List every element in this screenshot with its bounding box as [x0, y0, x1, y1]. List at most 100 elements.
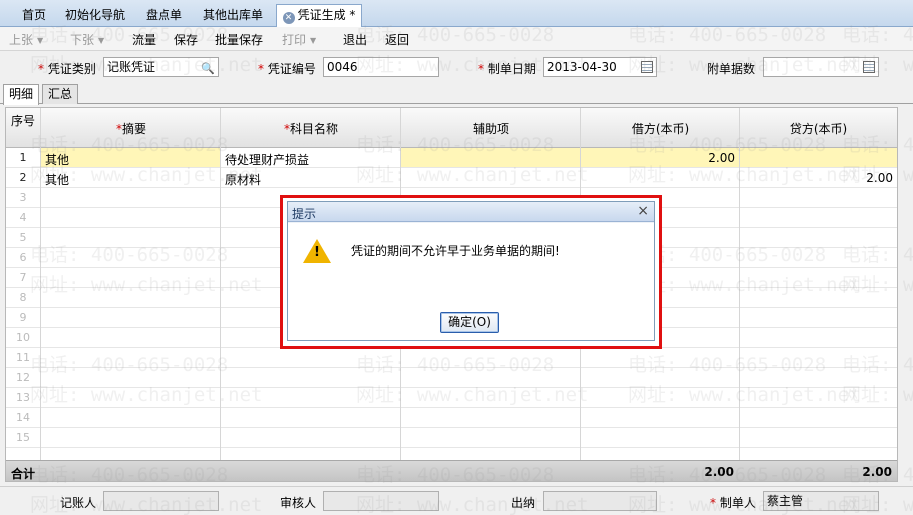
- next-button[interactable]: 下张 ▼: [70, 31, 104, 48]
- table-row[interactable]: 1 其他 待处理财产损益 2.00: [6, 148, 897, 168]
- calendar-icon[interactable]: [863, 61, 875, 73]
- tab-home[interactable]: 首页: [14, 5, 54, 27]
- dialog-message: 凭证的期间不允许早于业务单据的期间!: [351, 244, 560, 258]
- tab-inventory-count[interactable]: 盘点单: [138, 5, 190, 27]
- maker-label-text: 制单人: [719, 496, 756, 510]
- row-number: 11: [16, 351, 30, 364]
- next-label: 下张: [70, 33, 95, 47]
- table-row[interactable]: 2 其他 原材料 2.00: [6, 168, 897, 188]
- col-summary-label: 摘要: [121, 122, 146, 136]
- required-mark: *: [478, 62, 484, 76]
- tab-summary[interactable]: 汇总: [42, 84, 79, 104]
- total-debit: 2.00: [704, 465, 734, 479]
- date-label-text: 制单日期: [487, 62, 536, 76]
- detail-tabs: 明细 汇总: [0, 84, 913, 105]
- required-mark: *: [38, 62, 44, 76]
- cashier-field[interactable]: [543, 491, 657, 511]
- attach-count-field[interactable]: [763, 57, 879, 77]
- bookkeeper-label: 记账人: [60, 496, 97, 510]
- table-row[interactable]: 11: [6, 348, 897, 368]
- row-number: 10: [16, 331, 30, 344]
- prev-label: 上张: [9, 33, 34, 47]
- voucher-no-field[interactable]: 0046: [323, 57, 439, 77]
- grid-divider: [40, 108, 41, 481]
- row-number: 8: [19, 291, 27, 304]
- voucher-header: * 凭证类别 记账凭证 🔍 * 凭证编号 0046 * 制单日期 2013-04…: [0, 52, 913, 82]
- voucher-footer: 记账人 审核人 出纳 * 制单人 蔡主管: [0, 486, 913, 515]
- table-row[interactable]: 14: [6, 408, 897, 428]
- alert-dialog: 提示 × ! 凭证的期间不允许早于业务单据的期间! 确定(O): [287, 201, 655, 341]
- toolbar: 上张 ▼ 下张 ▼ 流量 保存 批量保存 打印 ▼ 退出 返回: [0, 27, 913, 51]
- back-button[interactable]: 返回: [385, 31, 409, 48]
- reviewer-field[interactable]: [323, 491, 439, 511]
- tab-voucher-generate[interactable]: ✕ 凭证生成 *: [276, 4, 362, 28]
- col-aux: 辅助项: [472, 122, 509, 136]
- voucher-type-label-text: 凭证类别: [47, 62, 96, 76]
- grid-header: 序号 *摘要 *科目名称 辅助项 借方(本币) 贷方(本币): [6, 108, 897, 148]
- tab-init-nav[interactable]: 初始化导航: [58, 5, 132, 27]
- exit-button[interactable]: 退出: [343, 31, 367, 48]
- reviewer-label: 审核人: [280, 496, 317, 510]
- chevron-down-icon: ▼: [98, 36, 105, 45]
- col-no: 序号: [10, 114, 35, 128]
- voucher-type-value: 记账凭证: [107, 60, 156, 74]
- print-button[interactable]: 打印 ▼: [282, 31, 316, 48]
- save-button[interactable]: 保存: [174, 31, 198, 48]
- tab-label: 首页: [21, 8, 46, 22]
- voucher-type-field[interactable]: 记账凭证 🔍: [103, 57, 219, 77]
- batch-save-button[interactable]: 批量保存: [215, 31, 263, 48]
- maker-field[interactable]: 蔡主管: [763, 491, 879, 511]
- col-credit: 贷方(本币): [789, 122, 848, 136]
- voucher-no-label-text: 凭证编号: [267, 62, 316, 76]
- required-mark: *: [258, 62, 264, 76]
- table-row[interactable]: 12: [6, 368, 897, 388]
- tab-label: 盘点单: [145, 8, 182, 22]
- row-number: 5: [19, 231, 27, 244]
- col-account: *科目名称: [221, 120, 401, 137]
- ok-button[interactable]: 确定(O): [440, 312, 499, 333]
- required-mark: *: [710, 496, 716, 510]
- print-label: 打印: [282, 33, 307, 47]
- calendar-icon[interactable]: [641, 61, 653, 73]
- chevron-down-icon: ▼: [37, 36, 44, 45]
- grid-divider: [220, 108, 221, 481]
- attach-label: 附单据数: [707, 62, 756, 76]
- date-field[interactable]: 2013-04-30: [543, 57, 657, 77]
- date-label: * 制单日期: [478, 60, 536, 77]
- col-account-label: 科目名称: [289, 122, 338, 136]
- search-icon[interactable]: 🔍: [201, 60, 215, 78]
- total-label: 合计: [11, 467, 36, 481]
- table-row[interactable]: 15: [6, 428, 897, 448]
- tab-close-icon[interactable]: ✕: [282, 12, 295, 24]
- row-number: 4: [19, 211, 27, 224]
- date-value: 2013-04-30: [547, 60, 617, 74]
- prev-button[interactable]: 上张 ▼: [9, 31, 43, 48]
- row-number: 6: [19, 251, 27, 264]
- cell-credit: 2.00: [866, 171, 893, 185]
- row-number: 7: [19, 271, 27, 284]
- table-row[interactable]: 13: [6, 388, 897, 408]
- flow-button[interactable]: 流量: [132, 31, 156, 48]
- voucher-type-label: * 凭证类别: [38, 60, 96, 77]
- col-summary: *摘要: [41, 120, 221, 137]
- row-number: 14: [16, 411, 30, 424]
- dialog-titlebar: 提示 ×: [288, 202, 654, 222]
- bookkeeper-field[interactable]: [103, 491, 219, 511]
- col-debit: 借方(本币): [631, 122, 690, 136]
- warning-mark: !: [314, 245, 320, 260]
- cell-account: 原材料: [225, 173, 262, 187]
- tab-other-outbound[interactable]: 其他出库单: [196, 5, 270, 27]
- dialog-highlight-frame: 提示 × ! 凭证的期间不允许早于业务单据的期间! 确定(O): [280, 195, 662, 349]
- voucher-no-label: * 凭证编号: [258, 60, 316, 77]
- tab-detail[interactable]: 明细: [3, 84, 40, 105]
- row-number: 3: [19, 191, 27, 204]
- cell-summary: 其他: [45, 173, 70, 187]
- dialog-title: 提示: [292, 207, 317, 221]
- close-icon[interactable]: ×: [637, 203, 649, 219]
- maker-label: * 制单人: [710, 494, 756, 511]
- total-row: 合计 2.00 2.00: [6, 460, 897, 481]
- tab-label: 凭证生成 *: [297, 8, 356, 22]
- cell-summary: 其他: [45, 153, 70, 167]
- total-credit: 2.00: [862, 465, 892, 479]
- row-number: 2: [19, 171, 27, 184]
